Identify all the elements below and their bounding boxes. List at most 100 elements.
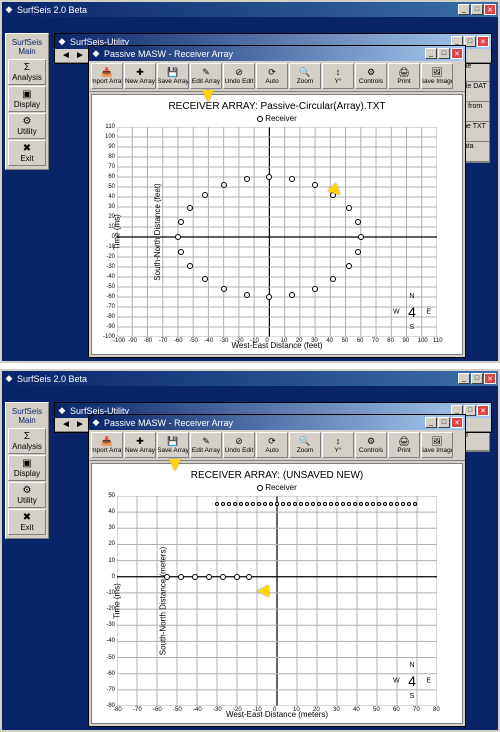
receiver-point xyxy=(281,502,285,506)
tool-save-image[interactable]: 🖼Save Image xyxy=(421,63,453,89)
y-tick-label: 0 xyxy=(112,574,115,580)
tool-undo-edit[interactable]: ⊘Undo Edit xyxy=(223,432,255,458)
annotation-arrow-icon xyxy=(257,585,269,597)
palette-label: Display xyxy=(14,469,40,478)
compass-e: E xyxy=(426,678,431,685)
receiver-point xyxy=(220,574,226,580)
close-button[interactable]: ✕ xyxy=(451,48,463,59)
palette-utility[interactable]: ⚙Utility xyxy=(8,113,46,139)
display-icon: ▣ xyxy=(22,90,31,100)
tool-label: New Array xyxy=(125,447,155,454)
receiver-point xyxy=(312,182,318,188)
x-tick-label: -60 xyxy=(153,707,162,713)
tool-zoom[interactable]: 🔍Zoom xyxy=(289,63,321,89)
tool-icon: ↕ xyxy=(336,437,341,446)
close-button[interactable]: ✕ xyxy=(477,405,489,416)
tool-y°[interactable]: ↕Y° xyxy=(322,63,354,89)
receiver-point xyxy=(178,574,184,580)
x-tick-label: 60 xyxy=(357,338,364,344)
x-tick-label: 60 xyxy=(393,707,400,713)
minimize-button[interactable]: _ xyxy=(425,48,437,59)
tool-edit-array[interactable]: ✎Edit Array xyxy=(190,432,222,458)
receiver-point xyxy=(365,502,369,506)
receiver-point xyxy=(178,219,184,225)
palette-display[interactable]: ▣Display xyxy=(8,455,46,481)
tool-save-array[interactable]: 💾Save Array xyxy=(157,63,189,89)
close-button[interactable]: ✕ xyxy=(484,373,496,384)
maximize-button[interactable]: □ xyxy=(438,417,450,428)
highlight-arrow-icon xyxy=(169,459,181,471)
forward-button[interactable]: ► xyxy=(73,419,87,431)
palette-exit[interactable]: ✖Exit xyxy=(8,140,46,166)
tool-new-array[interactable]: ✚New Array xyxy=(124,63,156,89)
forward-button[interactable]: ► xyxy=(73,50,87,62)
back-button[interactable]: ◄ xyxy=(59,50,73,62)
maximize-button[interactable]: □ xyxy=(471,373,483,384)
tool-print[interactable]: 🖨Print xyxy=(388,63,420,89)
maximize-button[interactable]: □ xyxy=(471,4,483,15)
tool-undo-edit[interactable]: ⊘Undo Edit xyxy=(223,63,255,89)
tool-icon: 💾 xyxy=(167,437,178,446)
y-axis-label: South-North Distance (feet) xyxy=(153,183,162,280)
x-tick-label: -10 xyxy=(253,707,262,713)
tool-print[interactable]: 🖨Print xyxy=(388,432,420,458)
tool-zoom[interactable]: 🔍Zoom xyxy=(289,432,321,458)
maximize-button[interactable]: □ xyxy=(438,48,450,59)
x-tick-label: 70 xyxy=(372,338,379,344)
tool-icon: ⊘ xyxy=(235,437,243,446)
receiver-array-window: ◆ Passive MASW - Receiver Array _ □ ✕ 📥I… xyxy=(88,45,466,358)
tool-icon: ↕ xyxy=(336,68,341,77)
receiver-point xyxy=(377,502,381,506)
highlight-arrow-icon xyxy=(202,90,214,102)
compass-center: 4 xyxy=(408,304,416,320)
receiver-toolbar: 📥Import Array✚New Array💾Save Array✎Edit … xyxy=(89,61,465,92)
legend-marker xyxy=(257,116,263,122)
tool-icon: ⟳ xyxy=(268,437,276,446)
minimize-button[interactable]: _ xyxy=(458,4,470,15)
receiver-point xyxy=(311,502,315,506)
palette-analysis[interactable]: ΣAnalysis xyxy=(8,428,46,454)
minimize-button[interactable]: _ xyxy=(458,373,470,384)
tool-auto[interactable]: ⟳Auto xyxy=(256,432,288,458)
y-tick-label: -60 xyxy=(106,671,115,677)
palette-exit[interactable]: ✖Exit xyxy=(8,509,46,535)
x-tick-label: -90 xyxy=(128,338,137,344)
compass-s: S xyxy=(410,693,415,700)
close-button[interactable]: ✕ xyxy=(451,417,463,428)
receiver-point xyxy=(206,574,212,580)
tool-controls[interactable]: ⚙Controls xyxy=(355,63,387,89)
palette-analysis[interactable]: ΣAnalysis xyxy=(8,59,46,85)
util-icon: ◆ xyxy=(57,406,67,416)
tool-auto[interactable]: ⟳Auto xyxy=(256,63,288,89)
close-button[interactable]: ✕ xyxy=(484,4,496,15)
y-tick-label: 90 xyxy=(108,144,115,150)
tool-edit-array[interactable]: ✎Edit Array xyxy=(190,63,222,89)
y-tick-label: -30 xyxy=(106,622,115,628)
tool-import-array[interactable]: 📥Import Array xyxy=(91,432,123,458)
palette-utility[interactable]: ⚙Utility xyxy=(8,482,46,508)
receiver-point xyxy=(275,502,279,506)
receiver-point xyxy=(202,192,208,198)
close-button[interactable]: ✕ xyxy=(477,36,489,47)
receiver-point xyxy=(395,502,399,506)
tool-save-array[interactable]: 💾Save Array xyxy=(157,432,189,458)
tool-controls[interactable]: ⚙Controls xyxy=(355,432,387,458)
minimize-button[interactable]: _ xyxy=(425,417,437,428)
palette-label: Exit xyxy=(20,523,33,532)
x-tick-label: 0 xyxy=(273,707,276,713)
palette-display[interactable]: ▣Display xyxy=(8,86,46,112)
tool-label: Zoom xyxy=(297,78,314,85)
y-tick-label: -70 xyxy=(106,687,115,693)
compass-s: S xyxy=(410,324,415,331)
tool-y°[interactable]: ↕Y° xyxy=(322,432,354,458)
compass: N E S W 4 xyxy=(393,293,431,331)
back-button[interactable]: ◄ xyxy=(59,419,73,431)
side-palette: SurfSeis Main ΣAnalysis ▣Display ⚙Utilit… xyxy=(5,33,49,170)
tool-import-array[interactable]: 📥Import Array xyxy=(91,63,123,89)
tool-save-image[interactable]: 🖼Save Image xyxy=(421,432,453,458)
receiver-point xyxy=(335,502,339,506)
receiver-point xyxy=(355,219,361,225)
tool-icon: ⊘ xyxy=(235,68,243,77)
tool-new-array[interactable]: ✚New Array xyxy=(124,432,156,458)
receiver-point xyxy=(305,502,309,506)
